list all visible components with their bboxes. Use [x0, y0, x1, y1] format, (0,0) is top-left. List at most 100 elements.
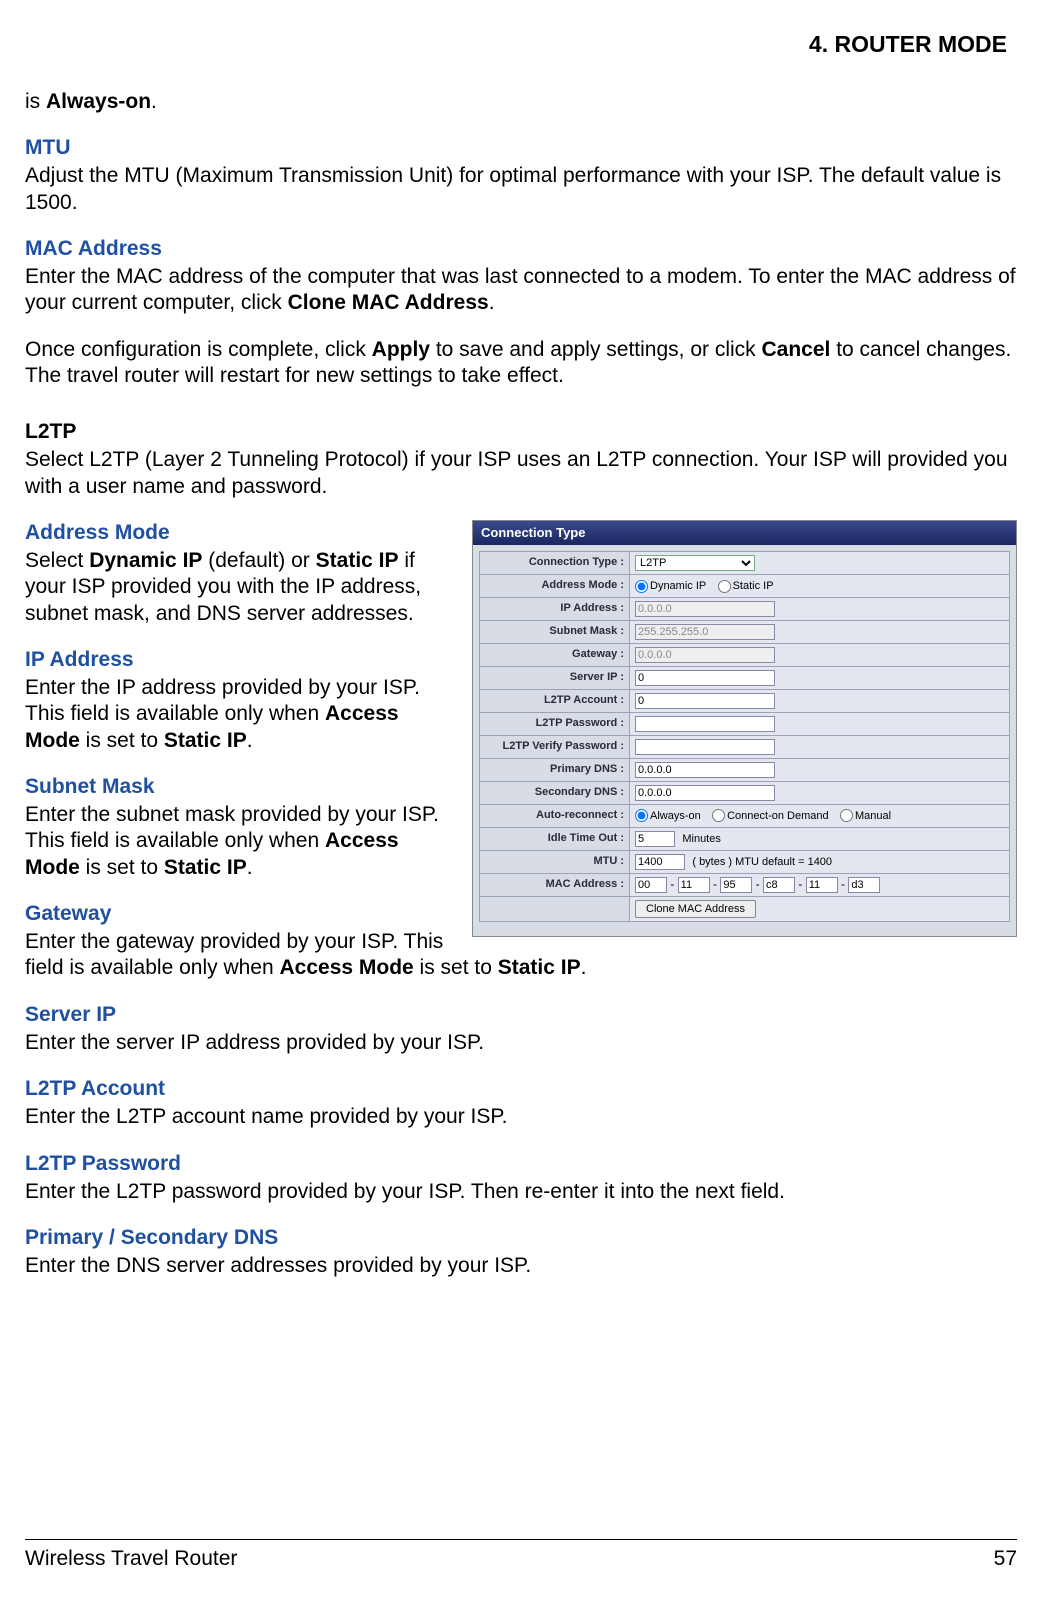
mac-octet-input[interactable] [763, 877, 795, 893]
note-text: ( bytes ) MTU default = 1400 [692, 856, 832, 868]
mac-octet-input[interactable] [848, 877, 880, 893]
radio-always-on[interactable]: Always-on [635, 810, 701, 822]
label: Idle Time Out : [480, 827, 630, 850]
ip-address-input[interactable] [635, 601, 775, 617]
connection-type-select[interactable]: L2TP [635, 555, 755, 571]
radio-input[interactable] [718, 580, 731, 593]
section-mac: MAC Address Enter the MAC address of the… [25, 236, 1017, 317]
radio-input[interactable] [635, 580, 648, 593]
footer-title: Wireless Travel Router [25, 1546, 237, 1572]
form-table: Connection Type : L2TP Address Mode : Dy… [479, 551, 1010, 922]
radio-label: Always-on [650, 810, 701, 822]
text-bold: Always-on [46, 90, 151, 113]
heading: MTU [25, 135, 1017, 161]
label [480, 896, 630, 921]
text: (default) or [202, 549, 315, 572]
label: MTU : [480, 850, 630, 873]
label: Auto-reconnect : [480, 804, 630, 827]
page-number: 57 [994, 1546, 1017, 1572]
label: Gateway : [480, 643, 630, 666]
secondary-dns-input[interactable] [635, 785, 775, 801]
radio-label: Connect-on Demand [727, 810, 829, 822]
label: Server IP : [480, 666, 630, 689]
radio-manual[interactable]: Manual [840, 810, 891, 822]
body-text: Enter the L2TP password provided by your… [25, 1179, 1017, 1205]
idle-timeout-input[interactable] [635, 831, 675, 847]
label: Address Mode : [480, 575, 630, 598]
mtu-input[interactable] [635, 854, 685, 870]
text: . [489, 291, 495, 314]
text-bold: Cancel [762, 338, 831, 361]
l2tp-password-input[interactable] [635, 716, 775, 732]
intro-line: is Always-on. [25, 89, 1017, 115]
text-bold: Static IP [164, 729, 247, 752]
text-bold: Static IP [316, 549, 399, 572]
radio-dynamic-ip[interactable]: Dynamic IP [635, 580, 706, 592]
section-server-ip: Server IP Enter the server IP address pr… [25, 1002, 1017, 1057]
section-dns: Primary / Secondary DNS Enter the DNS se… [25, 1225, 1017, 1280]
heading: L2TP Account [25, 1076, 1017, 1102]
heading: Server IP [25, 1002, 1017, 1028]
radio-label: Dynamic IP [650, 580, 706, 592]
heading: L2TP [25, 419, 1017, 445]
body-text: Enter the server IP address provided by … [25, 1030, 1017, 1056]
section-l2tp: L2TP Select L2TP (Layer 2 Tunneling Prot… [25, 419, 1017, 500]
mac-octet-input[interactable] [806, 877, 838, 893]
section-l2tp-account: L2TP Account Enter the L2TP account name… [25, 1076, 1017, 1131]
radio-input[interactable] [635, 809, 648, 822]
section-mtu: MTU Adjust the MTU (Maximum Transmission… [25, 135, 1017, 216]
text: . [151, 90, 157, 113]
text: is set to [80, 856, 164, 879]
text: Select [25, 549, 89, 572]
text: to save and apply settings, or click [430, 338, 762, 361]
label: MAC Address : [480, 873, 630, 896]
body-text: Enter the DNS server addresses provided … [25, 1253, 1017, 1279]
radio-label: Static IP [733, 580, 774, 592]
body-text: Adjust the MTU (Maximum Transmission Uni… [25, 163, 1017, 216]
gateway-input[interactable] [635, 647, 775, 663]
label: L2TP Account : [480, 689, 630, 712]
label: Subnet Mask : [480, 620, 630, 643]
mac-octet-input[interactable] [635, 877, 667, 893]
primary-dns-input[interactable] [635, 762, 775, 778]
text: is set to [414, 956, 498, 979]
mac-octet-input[interactable] [678, 877, 710, 893]
page-footer: Wireless Travel Router 57 [25, 1539, 1017, 1572]
subnet-mask-input[interactable] [635, 624, 775, 640]
radio-input[interactable] [712, 809, 725, 822]
heading: L2TP Password [25, 1151, 1017, 1177]
server-ip-input[interactable] [635, 670, 775, 686]
text-bold: Apply [372, 338, 430, 361]
text: . [247, 729, 253, 752]
body-text: Enter the MAC address of the computer th… [25, 264, 1017, 317]
clone-mac-button[interactable]: Clone MAC Address [635, 900, 756, 918]
label: Secondary DNS : [480, 781, 630, 804]
connection-type-panel: Connection Type Connection Type : L2TP A… [472, 520, 1017, 937]
text-bold: Clone MAC Address [288, 291, 489, 314]
radio-static-ip[interactable]: Static IP [718, 580, 774, 592]
panel-title: Connection Type [473, 521, 1016, 545]
heading: MAC Address [25, 236, 1017, 262]
text: . [581, 956, 587, 979]
text-bold: Access Mode [279, 956, 413, 979]
mac-octet-input[interactable] [720, 877, 752, 893]
apply-note: Once configuration is complete, click Ap… [25, 337, 1017, 390]
unit-text: Minutes [682, 833, 721, 845]
radio-label: Manual [855, 810, 891, 822]
label: Connection Type : [480, 552, 630, 575]
radio-input[interactable] [840, 809, 853, 822]
label: Primary DNS : [480, 758, 630, 781]
section-l2tp-password: L2TP Password Enter the L2TP password pr… [25, 1151, 1017, 1206]
text: Once configuration is complete, click [25, 338, 372, 361]
l2tp-verify-password-input[interactable] [635, 739, 775, 755]
heading: Primary / Secondary DNS [25, 1225, 1017, 1251]
label: IP Address : [480, 597, 630, 620]
text: . [247, 856, 253, 879]
text-bold: Static IP [498, 956, 581, 979]
body-text: Enter the L2TP account name provided by … [25, 1104, 1017, 1130]
radio-connect-on-demand[interactable]: Connect-on Demand [712, 810, 829, 822]
l2tp-account-input[interactable] [635, 693, 775, 709]
body-text: Enter the gateway provided by your ISP. … [25, 929, 1017, 982]
chapter-title: 4. ROUTER MODE [25, 30, 1017, 59]
text: Enter the MAC address of the computer th… [25, 265, 1016, 314]
